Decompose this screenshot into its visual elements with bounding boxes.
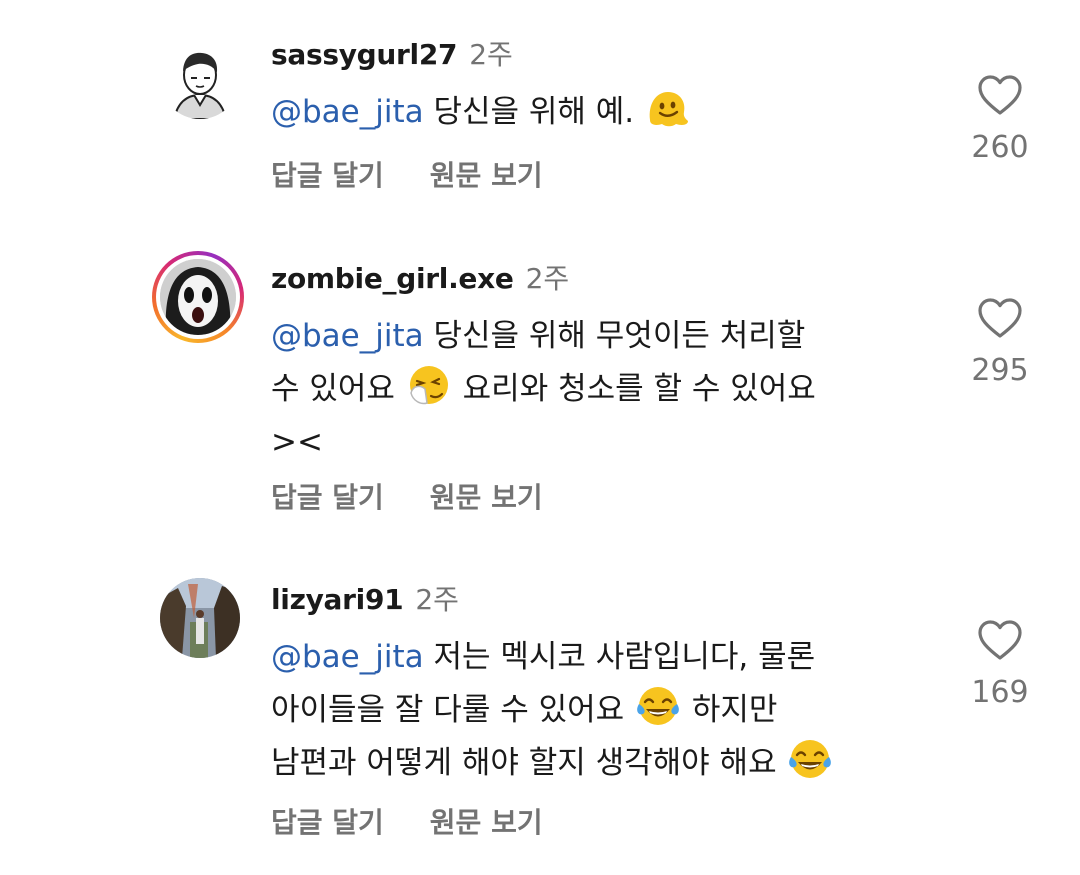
username[interactable]: sassygurl27	[271, 38, 458, 71]
sneezing-face-emoji	[409, 366, 448, 405]
avatar[interactable]	[160, 578, 240, 658]
comment-age: 2주	[525, 262, 570, 295]
avatar	[160, 259, 236, 335]
comment-text-line: 저는 멕시코 사람입니다, 물론	[433, 639, 816, 675]
comment-text-line: 하지만	[691, 692, 778, 728]
username[interactable]: zombie_girl.exe	[271, 262, 514, 295]
avatar[interactable]	[160, 39, 240, 119]
reply-button[interactable]: 답글 달기	[271, 154, 384, 194]
mention-link[interactable]: @bae_jita	[271, 639, 424, 675]
see-translation-button[interactable]: 원문 보기	[430, 154, 543, 194]
like-count: 169	[971, 675, 1029, 710]
melting-face-emoji	[649, 92, 689, 127]
comment-text-line: 남편과 어떻게 해야 할지 생각해야 해요	[271, 745, 777, 781]
comment-text-line: 당신을 위해 예.	[433, 94, 635, 130]
mention-link[interactable]: @bae_jita	[271, 94, 424, 130]
comment-text-line: ><	[271, 424, 323, 460]
username[interactable]: lizyari91	[271, 583, 404, 616]
comment-age: 2주	[469, 38, 513, 71]
comment-text: @bae_jita 당신을 위해 예.	[271, 86, 911, 139]
comment-text: @bae_jita 당신을 위해 무엇이든 처리할 수 있어요 요리와 청소를 …	[271, 310, 911, 469]
like-count: 260	[971, 130, 1029, 165]
comment-text-line: 수 있어요	[271, 371, 395, 407]
heart-outline-icon[interactable]	[977, 297, 1023, 339]
see-translation-button[interactable]: 원문 보기	[430, 801, 543, 841]
tears-of-joy-emoji	[789, 740, 832, 778]
avatar-story-ring[interactable]	[152, 251, 244, 343]
comment-text: @bae_jita 저는 멕시코 사람입니다, 물론 아이들을 잘 다룰 수 있…	[271, 631, 911, 790]
comment-text-line: 요리와 청소를 할 수 있어요	[462, 371, 816, 407]
comment-age: 2주	[415, 583, 459, 616]
like-count: 295	[971, 353, 1029, 388]
comment-text-line: 당신을 위해 무엇이든 처리할	[433, 318, 806, 354]
reply-button[interactable]: 답글 달기	[271, 801, 384, 841]
see-translation-button[interactable]: 원문 보기	[430, 476, 543, 516]
mention-link[interactable]: @bae_jita	[271, 318, 424, 354]
reply-button[interactable]: 답글 달기	[271, 476, 384, 516]
heart-outline-icon[interactable]	[977, 74, 1023, 116]
comment-text-line: 아이들을 잘 다룰 수 있어요	[271, 692, 625, 728]
tears-of-joy-emoji	[637, 687, 679, 725]
heart-outline-icon[interactable]	[977, 619, 1023, 661]
